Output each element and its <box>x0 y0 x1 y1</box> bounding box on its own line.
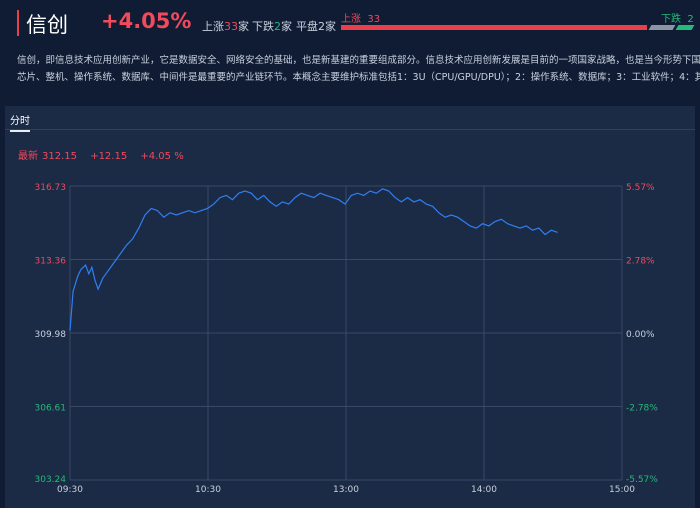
y-tick-label: 309.98 <box>35 330 67 340</box>
x-tick-label: 09:30 <box>57 485 83 495</box>
title-accent-bar <box>17 10 19 36</box>
pct-tick-label: 2.78% <box>626 257 655 267</box>
pct-tick-label: -2.78% <box>626 404 658 414</box>
flat-label: 平盘 <box>296 20 318 33</box>
page-title: 信创 <box>26 13 68 37</box>
x-tick-label: 10:30 <box>195 485 221 495</box>
y-tick-label: 316.73 <box>35 183 67 193</box>
rise-fall-ratio-bar <box>341 25 695 30</box>
ratio-down-label: 下跌 2 <box>661 14 694 25</box>
header: 信创 +4.05% 上涨33家 下跌2家 平盘2家 上涨 33 下跌 2 <box>0 0 700 45</box>
rise-count: 33 <box>224 20 238 33</box>
y-tick-label: 303.24 <box>35 475 67 485</box>
ratio-flat-segment <box>648 25 676 30</box>
pct-tick-label: 0.00% <box>626 330 655 340</box>
x-tick-label: 13:00 <box>333 485 359 495</box>
intraday-chart: 316.73 5.57% 313.36 2.78% 309.98 0.00% 306.61 -… <box>35 183 659 495</box>
fall-label: 下跌 <box>252 20 274 33</box>
pct-tick-label: -5.57% <box>626 475 658 485</box>
y-tick-label: 313.36 <box>35 257 67 267</box>
flat-count: 2 <box>318 20 325 33</box>
fall-unit: 家 <box>281 20 292 33</box>
chart-panel: 分时 最新 312.15 +12.15 +4.05 % 316.73 5.57% 31… <box>5 106 695 508</box>
description-line-1: 信创，即信息技术应用创新产业，它是数据安全、网络安全的基础，也是新基建的重要组成… <box>17 55 700 66</box>
pct-tick-label: 5.57% <box>626 183 655 193</box>
rise-unit: 家 <box>238 20 249 33</box>
x-tick-label: 15:00 <box>609 485 635 495</box>
ratio-up-segment <box>341 25 647 30</box>
concept-description: 信创，即信息技术应用创新产业，它是数据安全、网络安全的基础，也是新基建的重要组成… <box>17 52 700 86</box>
ratio-up-label: 上涨 33 <box>341 14 381 25</box>
ratio-down-segment <box>675 25 695 30</box>
flat-stat: 平盘2家 <box>296 18 336 34</box>
description-line-2: 芯片、整机、操作系统、数据库、中间件是最重要的产业链环节。本概念主要维护标准包括… <box>17 72 700 83</box>
flat-unit: 家 <box>325 20 336 33</box>
fall-count: 2 <box>274 20 281 33</box>
fall-stat: 下跌2家 <box>252 18 292 34</box>
y-tick-label: 306.61 <box>35 404 67 414</box>
rise-label: 上涨 <box>202 20 224 33</box>
rise-stat: 上涨33家 <box>202 18 249 34</box>
x-tick-label: 14:00 <box>471 485 497 495</box>
change-percent: +4.05% <box>101 9 192 33</box>
